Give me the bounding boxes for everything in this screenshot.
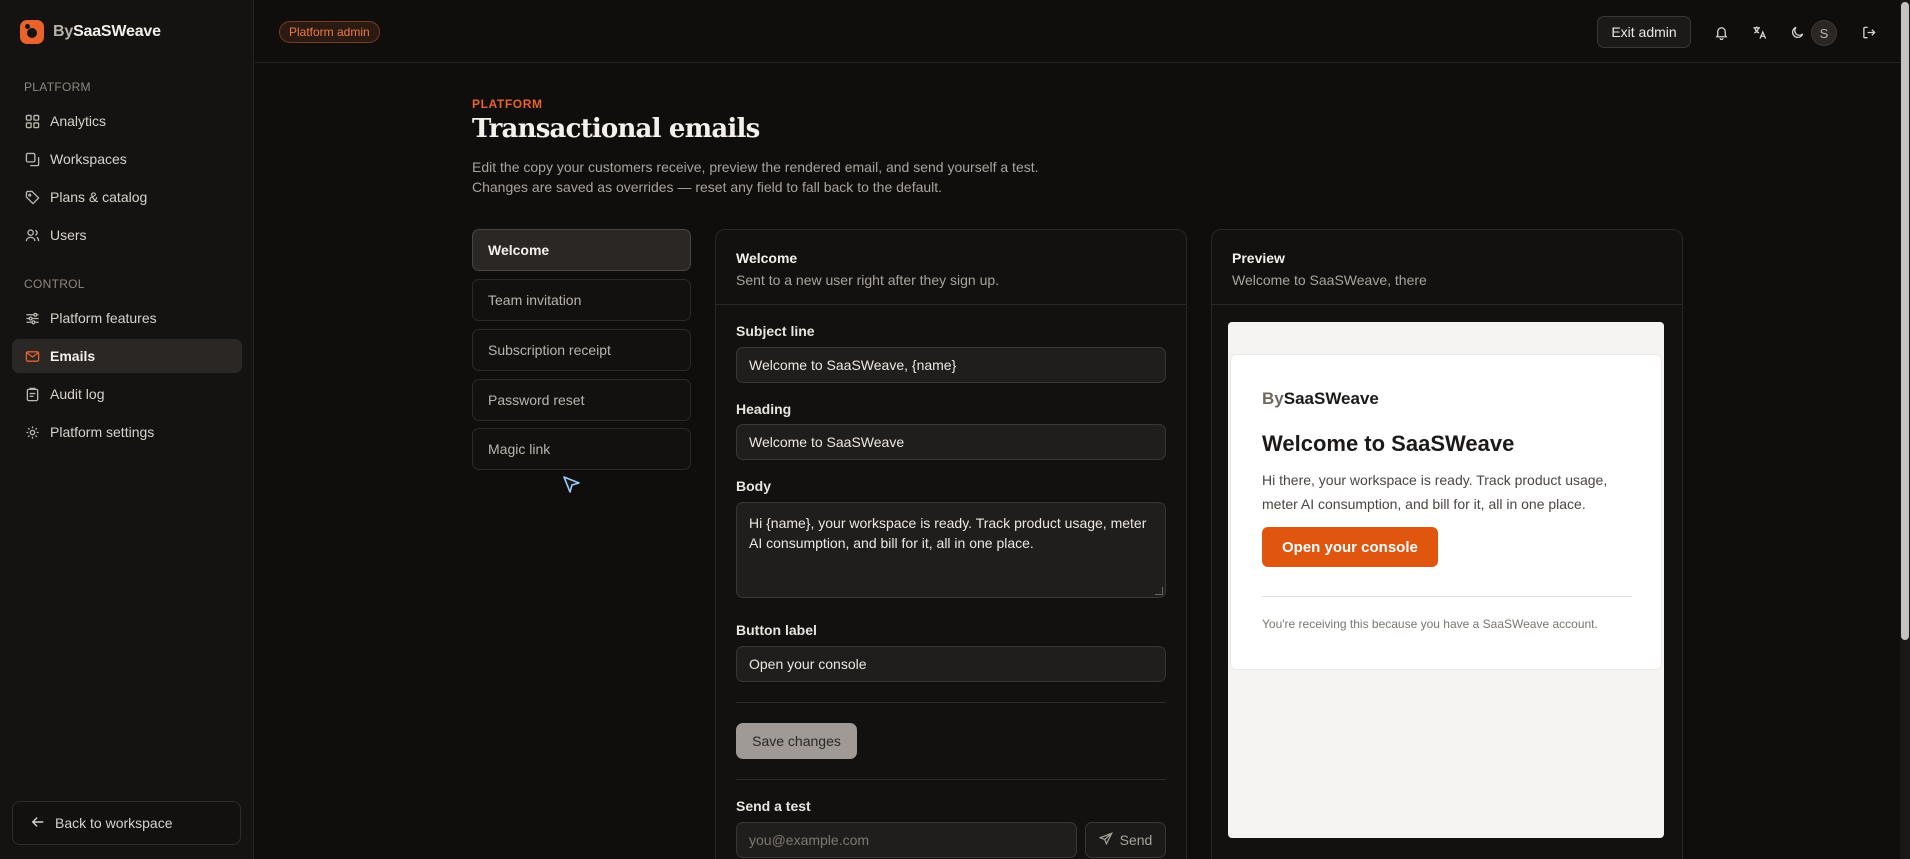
preview-subtitle: Welcome to SaaSWeave, there — [1232, 272, 1427, 288]
sidebar-item-label: Plans & catalog — [50, 189, 148, 205]
gear-icon — [24, 424, 40, 440]
save-changes-button[interactable]: Save changes — [736, 723, 857, 759]
sidebar-item-label: Platform features — [50, 310, 157, 326]
sidebar-item-analytics[interactable]: Analytics — [12, 104, 242, 138]
divider — [736, 779, 1166, 780]
subject-input[interactable]: Welcome to SaaSWeave, {name} — [736, 347, 1166, 383]
sidebar-item-label: Analytics — [50, 113, 107, 129]
email-cta-button[interactable]: Open your console — [1262, 527, 1438, 567]
sidebar-item-users[interactable]: Users — [12, 218, 242, 252]
sign-out-icon[interactable] — [1859, 22, 1879, 42]
subject-label: Subject line — [736, 323, 815, 339]
brand[interactable]: BySaaSWeave — [20, 20, 161, 44]
exit-admin-button[interactable]: Exit admin — [1597, 16, 1691, 48]
sidebar-item-audit-log[interactable]: Audit log — [12, 377, 242, 411]
template-tab-team-invitation[interactable]: Team invitation — [472, 279, 691, 321]
send-test-button[interactable]: Send — [1085, 822, 1166, 858]
layers-icon — [24, 151, 40, 167]
sliders-icon — [24, 310, 40, 326]
editor-card: Welcome Sent to a new user right after t… — [715, 229, 1187, 859]
test-email-input[interactable]: you@example.com — [736, 822, 1077, 858]
email-body: Hi there, your workspace is ready. Track… — [1262, 472, 1608, 512]
platform-admin-badge: Platform admin — [279, 21, 380, 43]
sidebar-item-label: Users — [50, 227, 87, 243]
sidebar: BySaaSWeave PLATFORM Analytics Workspace… — [0, 0, 254, 859]
sidebar-item-platform-settings[interactable]: Platform settings — [12, 415, 242, 449]
grid-icon — [24, 113, 40, 129]
send-test-label: Send a test — [736, 798, 811, 814]
sidebar-item-plans[interactable]: Plans & catalog — [12, 180, 242, 214]
email-heading: Welcome to SaaSWeave — [1262, 431, 1515, 456]
brand-name: BySaaSWeave — [53, 23, 161, 40]
heading-label: Heading — [736, 401, 792, 417]
back-to-workspace-button[interactable]: Back to workspace — [12, 801, 241, 845]
button-label-input[interactable]: Open your console — [736, 646, 1166, 682]
template-tab-subscription-receipt[interactable]: Subscription receipt — [472, 329, 691, 371]
sidebar-item-label: Platform settings — [50, 424, 155, 440]
sidebar-item-workspaces[interactable]: Workspaces — [12, 142, 242, 176]
divider — [736, 702, 1166, 703]
sidebar-item-label: Emails — [50, 348, 96, 364]
clipboard-icon — [24, 386, 40, 402]
email-footer: You're receiving this because you have a… — [1262, 617, 1598, 631]
editor-title: Welcome — [736, 250, 798, 266]
page-title: Transactional emails — [472, 114, 760, 144]
send-icon — [1098, 831, 1113, 849]
editor-card-header: Welcome Sent to a new user right after t… — [716, 230, 1186, 305]
body-label: Body — [736, 478, 771, 494]
page-eyebrow: PLATFORM — [472, 97, 543, 111]
nav-section-control: CONTROL — [24, 277, 85, 291]
sidebar-item-platform-features[interactable]: Platform features — [12, 301, 242, 335]
mouse-cursor-icon — [560, 473, 584, 497]
template-tab-welcome[interactable]: Welcome — [472, 229, 691, 271]
brand-logo-icon — [20, 20, 44, 44]
topbar: Platform admin Exit admin S — [255, 0, 1900, 63]
button-label-label: Button label — [736, 622, 817, 638]
preview-card-header: Preview Welcome to SaaSWeave, there — [1212, 230, 1682, 305]
arrow-left-icon — [31, 815, 45, 832]
template-tab-password-reset[interactable]: Password reset — [472, 379, 691, 421]
preview-title: Preview — [1232, 250, 1285, 266]
email-preview-frame: BySaaSWeave Welcome to SaaSWeave Hi ther… — [1228, 322, 1664, 838]
scrollbar-thumb[interactable] — [1901, 2, 1909, 640]
body-textarea[interactable]: Hi {name}, your workspace is ready. Trac… — [736, 502, 1166, 598]
avatar[interactable]: S — [1811, 20, 1837, 46]
moon-icon[interactable] — [1787, 22, 1807, 42]
users-icon — [24, 227, 40, 243]
email-brand: BySaaSWeave — [1262, 389, 1379, 408]
bell-icon[interactable] — [1711, 22, 1731, 42]
page-description-line: Changes are saved as overrides — reset a… — [472, 179, 943, 195]
email-divider — [1262, 596, 1632, 597]
sidebar-item-label: Audit log — [50, 386, 105, 402]
page-description: Edit the copy your customers receive, pr… — [472, 157, 1039, 197]
resize-handle[interactable] — [1155, 587, 1163, 595]
preview-card: Preview Welcome to SaaSWeave, there BySa… — [1211, 229, 1683, 859]
send-label: Send — [1119, 832, 1153, 848]
sidebar-item-emails[interactable]: Emails — [12, 339, 242, 373]
mail-icon — [24, 348, 40, 364]
template-tab-magic-link[interactable]: Magic link — [472, 428, 691, 470]
page-description-line: Edit the copy your customers receive, pr… — [472, 159, 1039, 175]
page-scrollbar[interactable] — [1900, 0, 1910, 859]
body-text: Hi {name}, your workspace is ready. Trac… — [749, 515, 1147, 551]
back-label: Back to workspace — [55, 815, 173, 831]
heading-input[interactable]: Welcome to SaaSWeave — [736, 424, 1166, 460]
editor-subtitle: Sent to a new user right after they sign… — [736, 272, 1000, 288]
sidebar-item-label: Workspaces — [50, 151, 127, 167]
translate-icon[interactable] — [1749, 22, 1769, 42]
email-preview-card: BySaaSWeave Welcome to SaaSWeave Hi ther… — [1230, 354, 1662, 670]
nav-section-platform: PLATFORM — [24, 80, 91, 94]
tag-icon — [24, 189, 40, 205]
